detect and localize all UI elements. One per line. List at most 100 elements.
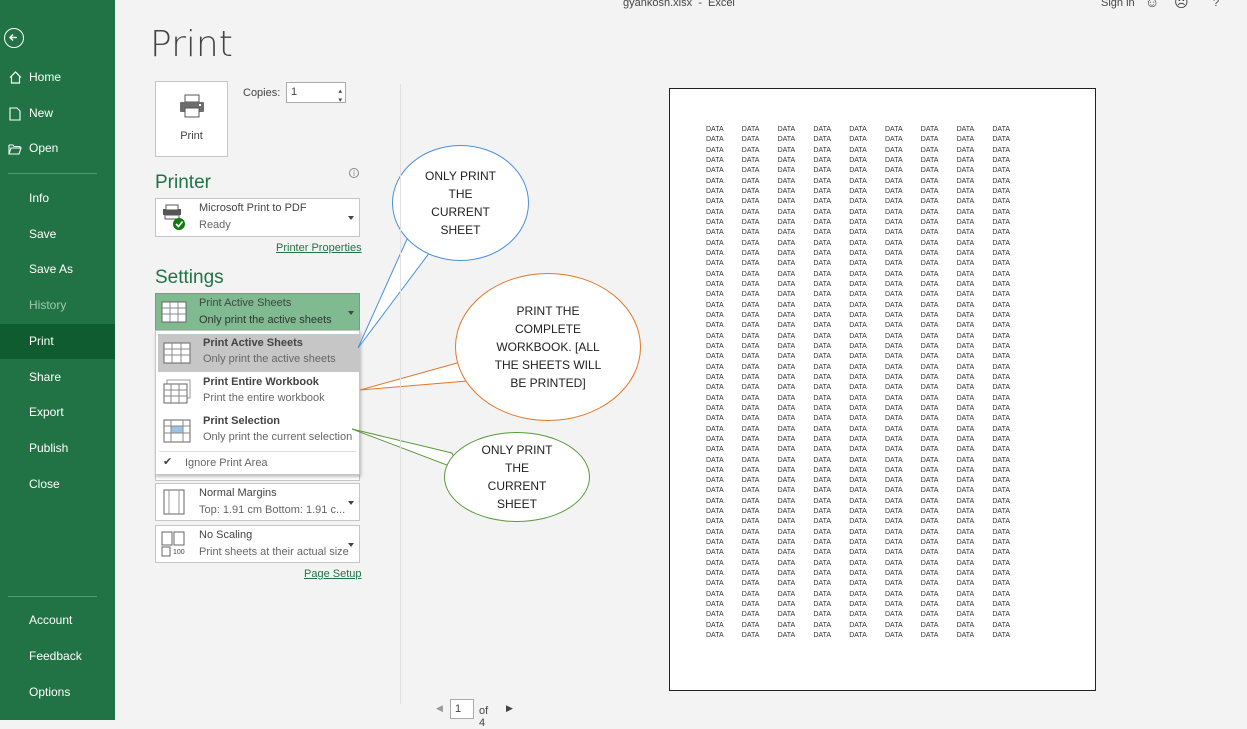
preview-cell: DATA bbox=[849, 167, 867, 175]
preview-cell: DATA bbox=[992, 270, 1011, 278]
back-button[interactable] bbox=[4, 28, 24, 48]
previous-page-icon[interactable]: ◀ bbox=[436, 703, 443, 714]
spin-down-icon[interactable]: ▾ bbox=[338, 91, 342, 110]
preview-cell: DATA bbox=[884, 126, 903, 133]
preview-cell: DATA bbox=[884, 580, 903, 588]
sidebar-item-print[interactable]: Print bbox=[0, 324, 115, 359]
preview-cell: DATA bbox=[741, 126, 760, 133]
printer-properties-link[interactable]: Printer Properties bbox=[276, 242, 362, 254]
sidebar-item-save-as[interactable]: Save As bbox=[0, 252, 115, 287]
sidebar-item-open[interactable]: Open bbox=[0, 131, 115, 166]
callout-text: ONLY PRINT THE CURRENT SHEET bbox=[425, 169, 496, 237]
preview-cell: DATA bbox=[849, 198, 867, 206]
sidebar-item-home[interactable]: Home bbox=[0, 60, 115, 95]
menu-option-active-sheets[interactable]: Print Active Sheets Only print the activ… bbox=[158, 334, 359, 372]
preview-cell: DATA bbox=[706, 497, 724, 505]
preview-cell: DATA bbox=[956, 601, 975, 609]
info-icon[interactable]: i bbox=[349, 168, 359, 178]
preview-cell: DATA bbox=[884, 177, 903, 185]
preview-cell: DATA bbox=[777, 456, 796, 464]
preview-row: DATA DATA DATA DATA DATA DATA DATA DATA DATA bbox=[706, 126, 1028, 136]
preview-cell: DATA bbox=[706, 270, 724, 278]
preview-cell: DATA bbox=[849, 177, 867, 185]
preview-cell: DATA bbox=[956, 508, 975, 516]
sidebar-item-close[interactable]: Close bbox=[0, 467, 115, 502]
printer-heading: Printer bbox=[155, 172, 211, 193]
preview-cell: DATA bbox=[884, 394, 903, 402]
preview-cell: DATA bbox=[992, 559, 1011, 567]
preview-cell: DATA bbox=[956, 198, 975, 206]
sign-in-link[interactable]: Sign in bbox=[1101, 0, 1135, 9]
preview-cell: DATA bbox=[813, 322, 832, 330]
preview-cell: DATA bbox=[741, 218, 760, 226]
sidebar-item-publish[interactable]: Publish bbox=[0, 431, 115, 466]
preview-cell: DATA bbox=[849, 446, 867, 454]
sidebar-item-export[interactable]: Export bbox=[0, 395, 115, 430]
preview-cell: DATA bbox=[777, 187, 796, 195]
preview-cell: DATA bbox=[706, 301, 724, 309]
preview-cell: DATA bbox=[706, 332, 724, 340]
preview-cell: DATA bbox=[884, 456, 903, 464]
preview-cell: DATA bbox=[706, 373, 724, 381]
preview-cell: DATA bbox=[706, 384, 724, 392]
preview-cell: DATA bbox=[741, 363, 760, 371]
scaling-dropdown[interactable]: 100 No Scaling Print sheets at their act… bbox=[155, 525, 360, 563]
page-setup-link[interactable]: Page Setup bbox=[304, 568, 362, 580]
preview-cell: DATA bbox=[956, 291, 975, 299]
frown-icon[interactable]: ☹ bbox=[1174, 0, 1189, 11]
preview-cell: DATA bbox=[884, 291, 903, 299]
sidebar-item-new[interactable]: New bbox=[0, 96, 115, 131]
help-icon[interactable]: ? bbox=[1213, 0, 1219, 9]
entire-workbook-icon bbox=[163, 379, 191, 404]
preview-cell: DATA bbox=[813, 126, 832, 133]
preview-cell: DATA bbox=[956, 404, 975, 412]
sidebar-item-options[interactable]: Options bbox=[0, 675, 115, 710]
sidebar-item-history[interactable]: History bbox=[0, 288, 115, 323]
preview-cell: DATA bbox=[920, 632, 939, 640]
preview-cell: DATA bbox=[741, 322, 760, 330]
ignore-print-area-option[interactable]: ✔ Ignore Print Area bbox=[158, 453, 359, 473]
printer-dropdown[interactable]: Microsoft Print to PDF Ready bbox=[155, 198, 360, 237]
preview-cell: DATA bbox=[920, 466, 939, 474]
preview-cell: DATA bbox=[741, 394, 760, 402]
callout-active-sheets: ONLY PRINT THE CURRENT SHEET bbox=[392, 145, 529, 261]
print-what-dropdown[interactable]: Print Active Sheets Only print the activ… bbox=[155, 293, 360, 331]
preview-cell: DATA bbox=[813, 301, 832, 309]
preview-cell: DATA bbox=[849, 528, 867, 536]
margins-dropdown[interactable]: Normal Margins Top: 1.91 cm Bottom: 1.91… bbox=[155, 483, 360, 521]
preview-row: DATA DATA DATA DATA DATA DATA DATA DATA DATA bbox=[706, 498, 1028, 508]
preview-cell: DATA bbox=[706, 229, 724, 237]
page-number-input[interactable]: 1 bbox=[450, 699, 474, 719]
preview-cell: DATA bbox=[706, 539, 724, 547]
preview-cell: DATA bbox=[920, 353, 939, 361]
preview-cell: DATA bbox=[813, 559, 832, 567]
preview-cell: DATA bbox=[777, 632, 796, 640]
next-page-icon[interactable]: ▶ bbox=[506, 703, 513, 714]
sidebar-item-share[interactable]: Share bbox=[0, 360, 115, 395]
preview-cell: DATA bbox=[849, 415, 867, 423]
preview-cell: DATA bbox=[992, 477, 1011, 485]
copies-spinner[interactable]: 1 ▴ ▾ bbox=[286, 82, 346, 104]
print-button[interactable]: Print bbox=[155, 81, 228, 157]
preview-row: DATA DATA DATA DATA DATA DATA DATA DATA DATA bbox=[706, 632, 1028, 642]
preview-cell: DATA bbox=[777, 611, 796, 619]
preview-cell: DATA bbox=[920, 146, 939, 154]
smile-icon[interactable]: ☺ bbox=[1145, 0, 1159, 10]
preview-cell: DATA bbox=[884, 229, 903, 237]
sidebar-item-feedback[interactable]: Feedback bbox=[0, 639, 115, 674]
preview-cell: DATA bbox=[884, 301, 903, 309]
preview-cell: DATA bbox=[992, 353, 1011, 361]
preview-cell: DATA bbox=[956, 384, 975, 392]
preview-cell: DATA bbox=[956, 549, 975, 557]
menu-option-entire-workbook[interactable]: Print Entire Workbook Print the entire w… bbox=[158, 373, 359, 411]
preview-cell: DATA bbox=[884, 590, 903, 598]
preview-cell: DATA bbox=[706, 611, 724, 619]
preview-cell: DATA bbox=[992, 425, 1011, 433]
sidebar-item-save[interactable]: Save bbox=[0, 217, 115, 252]
preview-cell: DATA bbox=[884, 601, 903, 609]
menu-option-selection[interactable]: Print Selection Only print the current s… bbox=[158, 412, 359, 450]
preview-cell: DATA bbox=[741, 559, 760, 567]
menu-option-subtitle: Only print the current selection bbox=[203, 431, 353, 443]
sidebar-item-account[interactable]: Account bbox=[0, 603, 115, 638]
sidebar-item-info[interactable]: Info bbox=[0, 181, 115, 216]
